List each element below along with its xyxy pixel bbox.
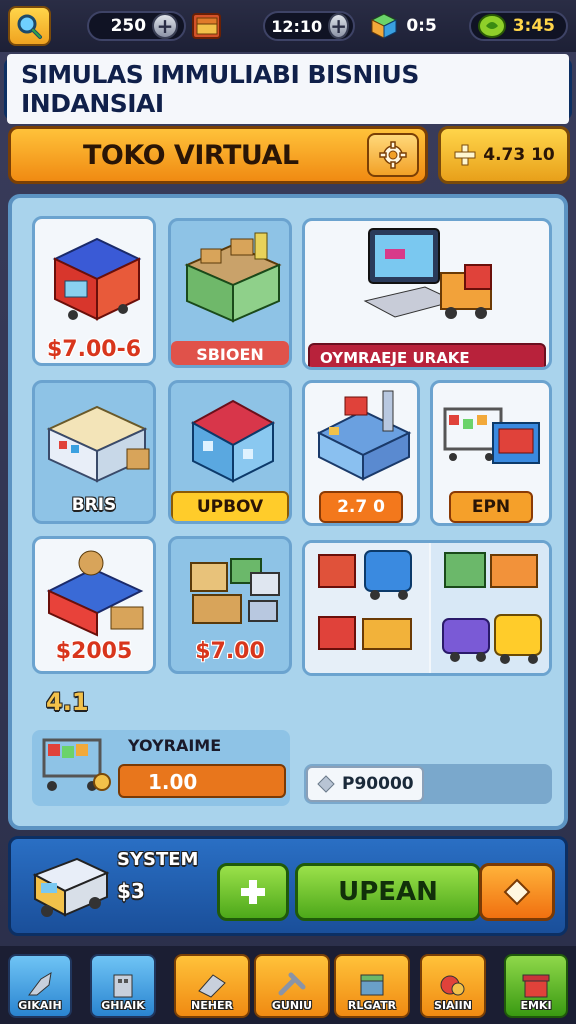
search-button[interactable] (8, 6, 51, 46)
coin-counter: 3:45 (468, 11, 568, 41)
wrench-icon (278, 972, 306, 996)
shop-card-online[interactable]: OYMRAEJE URAKE (302, 218, 552, 370)
game-title: SIMULAS IMMULIABI BISNIUS INDANSIAI (7, 54, 569, 124)
system-panel: SYSTEM $3 UPEAN (8, 836, 568, 936)
right-value-pill[interactable]: P90000 (306, 766, 424, 802)
cart-progress-box: YOYRAIME 1.00 (32, 730, 290, 806)
crate-icon (360, 974, 384, 996)
system-value: $3 (117, 879, 145, 903)
cube-value: 0:5 (406, 16, 437, 36)
coin-icon (317, 775, 335, 793)
timer-value: 12:10 (271, 16, 323, 36)
shop-card-warehouse[interactable]: SBIOEN (168, 218, 292, 368)
boost-button[interactable] (479, 863, 555, 921)
cart-progress-bar: 1.00 (118, 764, 286, 798)
office-label: UPBOV (171, 491, 289, 521)
nav-label-5: RLGATR (347, 999, 397, 1012)
nav-item-5[interactable]: RLGATR (334, 954, 410, 1018)
gift-box-icon (522, 974, 550, 998)
right-value-text: P90000 (342, 774, 414, 794)
storage-boxes-icon (190, 558, 280, 624)
plus-icon (241, 880, 265, 904)
nav-item-1[interactable]: GIKAIH (8, 954, 72, 1018)
computer-truck-icon (363, 228, 492, 319)
right-value-bar: P90000 (304, 764, 552, 804)
market-label: BRIS (71, 495, 117, 515)
add-gems-button[interactable]: + (152, 13, 179, 39)
cube-icon[interactable] (369, 13, 398, 39)
currency-value: 4.73 10 (483, 145, 555, 165)
system-title: SYSTEM (117, 849, 199, 870)
fruit-icon (440, 975, 465, 996)
building-icon (113, 974, 133, 998)
nav-label-3: NEHER (191, 999, 233, 1012)
upgrade-label: UPEAN (338, 877, 438, 907)
nav-label-7: EMKI (520, 999, 552, 1012)
cart-shelf-icon (443, 407, 540, 464)
title-banner: SIMULAS IMMULIABI BISNIUS INDANSIAI (4, 54, 572, 124)
small-counter: 4.1 (46, 688, 89, 716)
shop-card-cart-shelf[interactable]: EPN (430, 380, 552, 526)
cube-counter: 0:5 (400, 11, 462, 41)
gems-value: 250 (110, 16, 147, 36)
storage-price: $7.00 (195, 639, 265, 664)
office-building-icon (190, 399, 276, 483)
store-title: TOKO VIRTUAL (83, 139, 299, 171)
search-icon (17, 14, 43, 39)
market-shelves-icon (46, 405, 150, 483)
nav-item-2[interactable]: GHIAIK (90, 954, 156, 1018)
delivery-van-icon (32, 857, 110, 917)
nav-item-3[interactable]: NEHER (174, 954, 250, 1018)
warehouse-icon (184, 232, 282, 323)
shop-card-market[interactable]: BRIS (32, 380, 156, 524)
nav-label-1: GIKAIH (18, 999, 62, 1012)
shop-card-office[interactable]: UPBOV (168, 380, 292, 524)
top-bar: 250 + 12:10 + 0:5 3:45 (0, 0, 576, 52)
upgrade-button[interactable]: UPEAN (295, 863, 481, 921)
add-time-button[interactable]: + (328, 13, 349, 39)
nav-item-7[interactable]: EMKI (504, 954, 568, 1018)
nav-label-4: GUNIU (271, 999, 313, 1012)
tools-icon (198, 974, 226, 998)
online-label: OYMRAEJE URAKE (308, 343, 546, 367)
shop-card-factory[interactable]: 2.7 0 (302, 380, 420, 526)
cart-shelf-label: EPN (449, 491, 533, 523)
plus-icon (454, 144, 476, 166)
add-currency-button[interactable]: 4.73 10 (438, 126, 570, 184)
timer-counter: 12:10 + (263, 11, 356, 41)
factory-icon (316, 390, 412, 481)
nav-label-2: GHIAIK (101, 999, 145, 1012)
shop-card-storage[interactable]: $7.00 (168, 536, 292, 674)
nav-item-6[interactable]: SIAIIN (420, 954, 486, 1018)
shop-card-stall[interactable]: $2005 (32, 536, 156, 674)
shovel-icon (28, 972, 52, 996)
shop-card-vehicles[interactable] (302, 540, 552, 676)
store-price: $7.00-6 (46, 337, 142, 362)
coin-value: 3:45 (512, 16, 555, 36)
add-button[interactable] (217, 863, 289, 921)
leaf-coin-icon (477, 14, 506, 38)
bottom-nav: GIKAIH GHIAIK NEHER GUNIU RLGATR SIAIIN … (0, 946, 576, 1024)
gems-counter: 250 + (86, 11, 187, 41)
factory-label: 2.7 0 (319, 491, 403, 523)
cart-title: YOYRAIME (128, 736, 222, 755)
vehicles-grid-icon (305, 543, 549, 673)
market-stall-icon (46, 550, 144, 637)
shop-panel: $7.00-6 SBIOEN OYMRAEJE URAKE BRIS UPBOV… (8, 194, 568, 830)
store-header: TOKO VIRTUAL (8, 126, 428, 184)
red-store-icon (52, 237, 142, 321)
cart-progress-value: 1.00 (148, 770, 198, 794)
gear-icon (379, 141, 407, 169)
nav-label-6: SIAIIN (434, 999, 472, 1012)
shopping-cart-icon (42, 738, 111, 791)
warehouse-label: SBIOEN (171, 341, 289, 365)
shop-card-store[interactable]: $7.00-6 (32, 216, 156, 366)
chest-icon[interactable] (192, 13, 222, 39)
stall-price: $2005 (55, 639, 133, 664)
diamond-icon (503, 878, 531, 906)
nav-item-4[interactable]: GUNIU (254, 954, 330, 1018)
settings-button[interactable] (367, 133, 419, 177)
